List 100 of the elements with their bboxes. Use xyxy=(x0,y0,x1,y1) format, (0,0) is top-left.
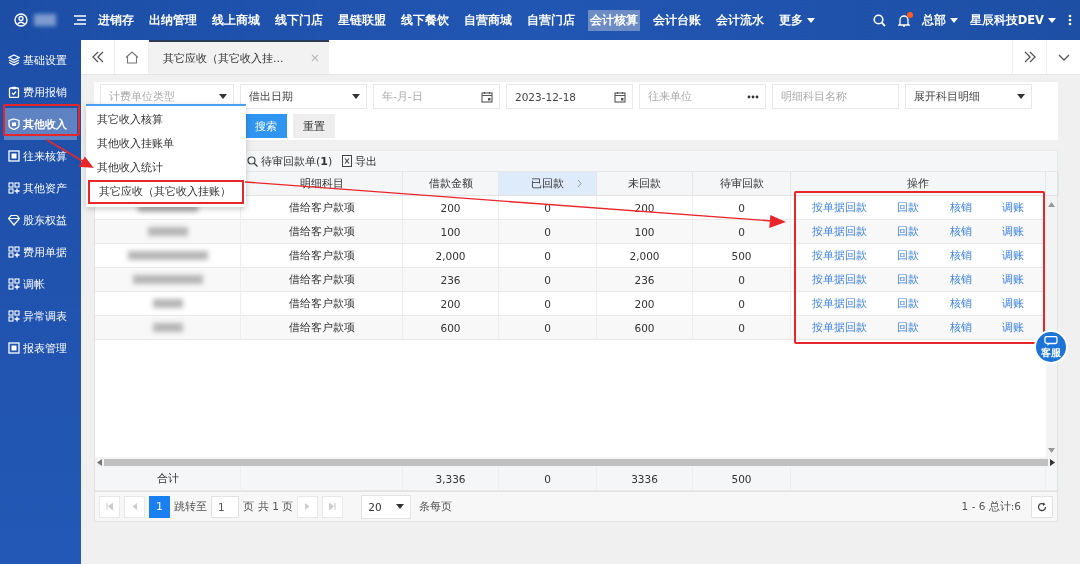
action-link[interactable]: 调账 xyxy=(1001,272,1024,287)
ellipsis-icon[interactable] xyxy=(747,94,759,99)
action-link[interactable]: 核销 xyxy=(949,248,972,263)
action-link[interactable]: 回款 xyxy=(897,272,920,287)
menu-item[interactable]: 其他收入挂账单 xyxy=(86,132,246,156)
next-page-icon xyxy=(304,503,312,510)
action-link[interactable]: 按单据回款 xyxy=(812,224,868,239)
sidebar-item[interactable]: 股东权益 xyxy=(0,204,81,236)
nav-tab[interactable]: 自营商城 xyxy=(462,9,514,31)
nav-tab[interactable]: 会计流水 xyxy=(714,9,766,31)
layers-icon xyxy=(8,54,20,66)
menu-item[interactable]: 其它收入核算 xyxy=(86,108,246,132)
table-cell: 0 xyxy=(499,316,597,340)
scroll-up-icon[interactable] xyxy=(1048,202,1055,207)
chevron-down-icon xyxy=(1057,53,1070,61)
total-pages: 共 1 页 xyxy=(258,499,294,514)
action-link[interactable]: 回款 xyxy=(897,200,920,215)
sidebar-item[interactable]: 费用单据 xyxy=(0,236,81,268)
nav-tab[interactable]: 线上商城 xyxy=(210,9,262,31)
action-link[interactable]: 调账 xyxy=(1001,224,1024,239)
page-size-select[interactable]: 20 xyxy=(361,494,412,519)
grid-icon xyxy=(8,246,20,258)
action-link[interactable]: 调账 xyxy=(1001,200,1024,215)
close-icon[interactable] xyxy=(311,54,319,62)
action-link[interactable]: 调账 xyxy=(1001,320,1024,335)
customer-service-button[interactable]: 客服 xyxy=(1034,330,1068,364)
grid-icon xyxy=(8,278,20,290)
action-link[interactable]: 调账 xyxy=(1001,296,1024,311)
more-icon[interactable] xyxy=(1068,14,1072,26)
action-link[interactable]: 按单据回款 xyxy=(812,272,868,287)
select-field[interactable]: 借出日期 xyxy=(240,84,367,109)
action-link[interactable]: 核销 xyxy=(949,296,972,311)
nav-tab[interactable]: 线下餐饮 xyxy=(399,9,451,31)
more-menu[interactable]: 更多 xyxy=(777,9,817,31)
nav-tab[interactable]: 出纳管理 xyxy=(147,9,199,31)
company-selector[interactable]: 星辰科技DEV xyxy=(969,12,1056,28)
search-icon xyxy=(247,155,258,167)
table-cell: 合计 xyxy=(95,467,241,491)
first-page-button[interactable] xyxy=(99,495,120,518)
action-link[interactable]: 按单据回款 xyxy=(812,248,868,263)
sidebar-item[interactable]: 基础设置 xyxy=(0,44,81,76)
blurred-text xyxy=(152,323,183,332)
reset-button[interactable]: 重置 xyxy=(293,114,335,138)
square-icon xyxy=(8,150,20,162)
action-link[interactable]: 回款 xyxy=(897,320,920,335)
square-icon xyxy=(8,342,20,354)
sidebar-item[interactable]: 费用报销 xyxy=(0,76,81,108)
table-cell: 0 xyxy=(693,316,791,340)
bell-icon[interactable] xyxy=(897,13,910,27)
action-link[interactable]: 按单据回款 xyxy=(812,200,868,215)
page-number[interactable]: 1 xyxy=(149,495,170,518)
dropdown-arrow-icon xyxy=(352,94,360,99)
sort-chevron-icon xyxy=(577,179,582,188)
export-button[interactable]: 导出 xyxy=(342,153,378,169)
table-cell: 借给客户款项 xyxy=(241,316,403,340)
last-page-button[interactable] xyxy=(322,495,344,518)
sidebar-item[interactable]: 往来核算 xyxy=(0,140,81,172)
nav-tab[interactable]: 进销存 xyxy=(96,9,136,31)
horizontal-scrollbar[interactable] xyxy=(95,457,1057,467)
grid-icon xyxy=(8,310,20,322)
page-input[interactable]: 1 xyxy=(211,495,239,518)
sidebar-item[interactable]: 其他资产 xyxy=(0,172,81,204)
page-tab[interactable]: 其它应收（其它收入挂... xyxy=(149,40,329,74)
action-link[interactable]: 按单据回款 xyxy=(812,320,868,335)
action-link[interactable]: 核销 xyxy=(949,272,972,287)
nav-tab[interactable]: 星链联盟 xyxy=(336,9,388,31)
action-link[interactable]: 回款 xyxy=(897,296,920,311)
blurred-username xyxy=(34,14,56,26)
spreadsheet-icon xyxy=(342,155,353,167)
date-field[interactable]: 2023-12-18 xyxy=(506,84,633,109)
org-selector[interactable]: 总部 xyxy=(921,12,958,28)
search-icon[interactable] xyxy=(872,13,886,27)
nav-tab[interactable]: 自营门店 xyxy=(525,9,577,31)
action-link[interactable]: 按单据回款 xyxy=(812,296,868,311)
menu-item[interactable]: 其它应收（其它收入挂账） xyxy=(88,180,244,204)
menu-icon[interactable] xyxy=(74,15,86,25)
nav-tab[interactable]: 线下门店 xyxy=(273,9,325,31)
first-page-icon xyxy=(106,503,113,510)
action-link[interactable]: 核销 xyxy=(949,200,972,215)
sidebar-item[interactable]: 异常调表 xyxy=(0,300,81,332)
scroll-left-icon[interactable] xyxy=(97,458,102,466)
action-link[interactable]: 调账 xyxy=(1001,248,1024,263)
sidebar-item[interactable]: 报表管理 xyxy=(0,332,81,364)
column-header[interactable]: 已回款 xyxy=(499,172,597,196)
action-link[interactable]: 核销 xyxy=(949,320,972,335)
nav-tab[interactable]: 会计台账 xyxy=(651,9,703,31)
next-page-button[interactable] xyxy=(297,495,319,518)
refresh-button[interactable] xyxy=(1031,495,1053,518)
double-chevron-left-icon xyxy=(91,51,104,63)
pending-receipts-button[interactable]: 待审回款单(1) xyxy=(247,153,333,169)
dropdown-arrow-icon xyxy=(396,504,405,509)
sidebar-item[interactable]: 调帐 xyxy=(0,268,81,300)
sidebar-item[interactable]: 其他收入 xyxy=(4,108,77,140)
action-link[interactable]: 回款 xyxy=(897,224,920,239)
action-link[interactable]: 回款 xyxy=(897,248,920,263)
action-link[interactable]: 核销 xyxy=(949,224,972,239)
previous-page-button[interactable] xyxy=(124,495,145,518)
scroll-down-icon[interactable] xyxy=(1048,448,1055,453)
scroll-right-icon[interactable] xyxy=(1050,458,1055,466)
select-field[interactable]: 展开科目明细 xyxy=(905,84,1032,109)
